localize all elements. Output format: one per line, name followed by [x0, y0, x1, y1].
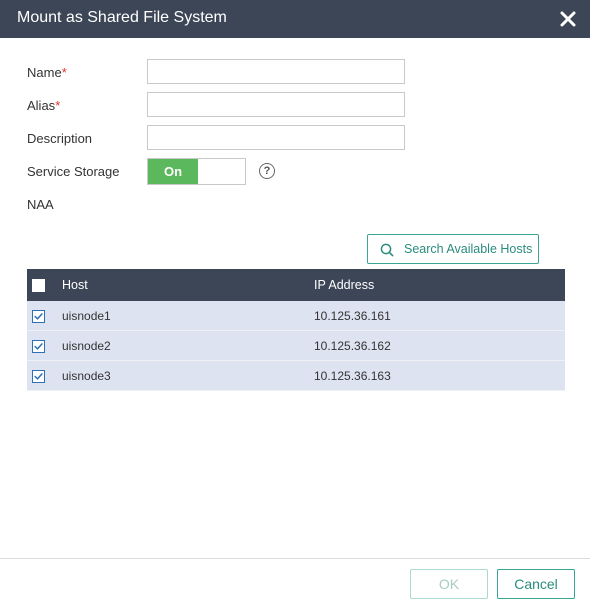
- dialog-title: Mount as Shared File System: [17, 9, 227, 26]
- ip-cell: 10.125.36.163: [314, 369, 391, 383]
- select-all-checkbox[interactable]: [32, 279, 45, 292]
- column-host: Host: [62, 278, 88, 292]
- checkbox-checked-icon[interactable]: [32, 340, 45, 353]
- ok-button[interactable]: OK: [410, 569, 488, 599]
- table-row[interactable]: uisnode3 10.125.36.163: [27, 361, 565, 391]
- name-field[interactable]: [147, 59, 405, 84]
- table-header: Host IP Address: [27, 269, 565, 301]
- help-icon[interactable]: ?: [259, 163, 275, 179]
- name-label: Name*: [27, 65, 67, 80]
- naa-label: NAA: [27, 197, 54, 212]
- toggle-on-label: On: [148, 159, 198, 184]
- search-icon: [380, 243, 394, 257]
- host-cell: uisnode3: [62, 369, 111, 383]
- host-cell: uisnode2: [62, 339, 111, 353]
- required-mark: *: [55, 98, 61, 113]
- alias-label: Alias*: [27, 98, 61, 113]
- column-ip-address: IP Address: [314, 278, 375, 292]
- alias-field[interactable]: [147, 92, 405, 117]
- service-storage-label: Service Storage: [27, 164, 120, 179]
- ip-cell: 10.125.36.161: [314, 309, 391, 323]
- footer-divider: [0, 558, 590, 559]
- dialog-titlebar: Mount as Shared File System: [0, 0, 590, 38]
- table-row[interactable]: uisnode2 10.125.36.162: [27, 331, 565, 361]
- service-storage-toggle[interactable]: On: [147, 158, 246, 185]
- hosts-table: Host IP Address uisnode1 10.125.36.161 u…: [27, 269, 565, 391]
- ip-cell: 10.125.36.162: [314, 339, 391, 353]
- table-row[interactable]: uisnode1 10.125.36.161: [27, 301, 565, 331]
- search-button-label: Search Available Hosts: [404, 242, 533, 256]
- host-cell: uisnode1: [62, 309, 111, 323]
- cancel-button[interactable]: Cancel: [497, 569, 575, 599]
- close-icon[interactable]: [558, 9, 578, 29]
- checkbox-checked-icon[interactable]: [32, 370, 45, 383]
- description-field[interactable]: [147, 125, 405, 150]
- search-available-hosts-button[interactable]: Search Available Hosts: [367, 234, 539, 264]
- checkbox-checked-icon[interactable]: [32, 310, 45, 323]
- required-mark: *: [61, 65, 67, 80]
- description-label: Description: [27, 131, 93, 146]
